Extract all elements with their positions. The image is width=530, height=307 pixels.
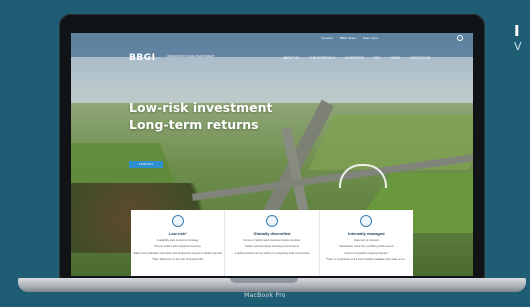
card-line: *Note: Reference to 'low-risk' throughou… xyxy=(152,258,204,262)
card-title: Low-risk* xyxy=(168,231,187,236)
site-logo[interactable]: BBGI xyxy=(129,53,155,63)
top-link-price[interactable]: Share price xyxy=(363,36,378,40)
feature-cards: Low-risk* Availability-style investment … xyxy=(131,210,413,276)
nav-portfolio[interactable]: OUR PORTFOLIO xyxy=(309,56,335,60)
nav-investors[interactable]: INVESTORS xyxy=(345,56,363,60)
card-line: Stable and predictable cash flows with p… xyxy=(133,251,222,255)
side-heading: I xyxy=(514,22,520,40)
hero-cta-button[interactable]: FIND OUT xyxy=(129,161,163,168)
feature-card-internal: Internally managed Alignment of interest… xyxy=(320,210,413,276)
card-line: Stable, well-developed operating environ… xyxy=(245,245,299,249)
card-line: Availability-style investment strategy xyxy=(156,239,199,242)
card-title: Internally managed xyxy=(348,231,385,236)
hero-title: Low-risk investment Long-term returns xyxy=(129,99,272,133)
card-line: Shareholder value first, portfolio growt… xyxy=(339,245,394,249)
hero-title-line2: Long-term returns xyxy=(129,117,259,132)
building-icon xyxy=(360,215,373,227)
card-line: *Note: in comparison to the listed publi… xyxy=(326,258,407,262)
card-line: Lowest comparative ongoing charges* xyxy=(344,251,389,255)
laptop-screen: Investors BBGI Share Share price BBGI IN… xyxy=(71,33,473,276)
card-line: Focus on highly-rated investment grade c… xyxy=(243,239,301,242)
top-link-share[interactable]: BBGI Share xyxy=(340,36,356,40)
shield-icon xyxy=(171,215,184,227)
hero-title-line1: Low-risk investment xyxy=(129,100,273,115)
globe-icon xyxy=(265,215,278,227)
search-icon[interactable] xyxy=(457,35,463,41)
card-title: Globally diversified xyxy=(253,231,291,236)
side-subheading: V xyxy=(514,40,522,53)
nav-contact[interactable]: CONTACT US xyxy=(410,56,430,60)
laptop-notch xyxy=(230,278,298,283)
logo-tagline: INFRASTRUCTURE INVESTMENT xyxy=(167,54,215,58)
main-nav: ABOUT US OUR PORTFOLIO INVESTORS ESG NEW… xyxy=(283,56,439,60)
card-line: A global portfolio serving society by su… xyxy=(234,251,310,255)
nav-esg[interactable]: ESG xyxy=(374,56,381,60)
device-label: MacBook Pro xyxy=(244,292,286,299)
feature-card-global: Globally diversified Focus on highly-rat… xyxy=(225,210,320,276)
card-line: Alignment of interests xyxy=(353,239,379,242)
nav-about[interactable]: ABOUT US xyxy=(283,56,299,60)
nav-news[interactable]: NEWS xyxy=(390,56,400,60)
top-links: Investors BBGI Share Share price xyxy=(321,36,384,40)
card-line: Diverse public sector (backed) revenues xyxy=(154,245,201,249)
top-link-investors[interactable]: Investors xyxy=(321,36,333,40)
feature-card-low-risk: Low-risk* Availability-style investment … xyxy=(131,210,226,276)
